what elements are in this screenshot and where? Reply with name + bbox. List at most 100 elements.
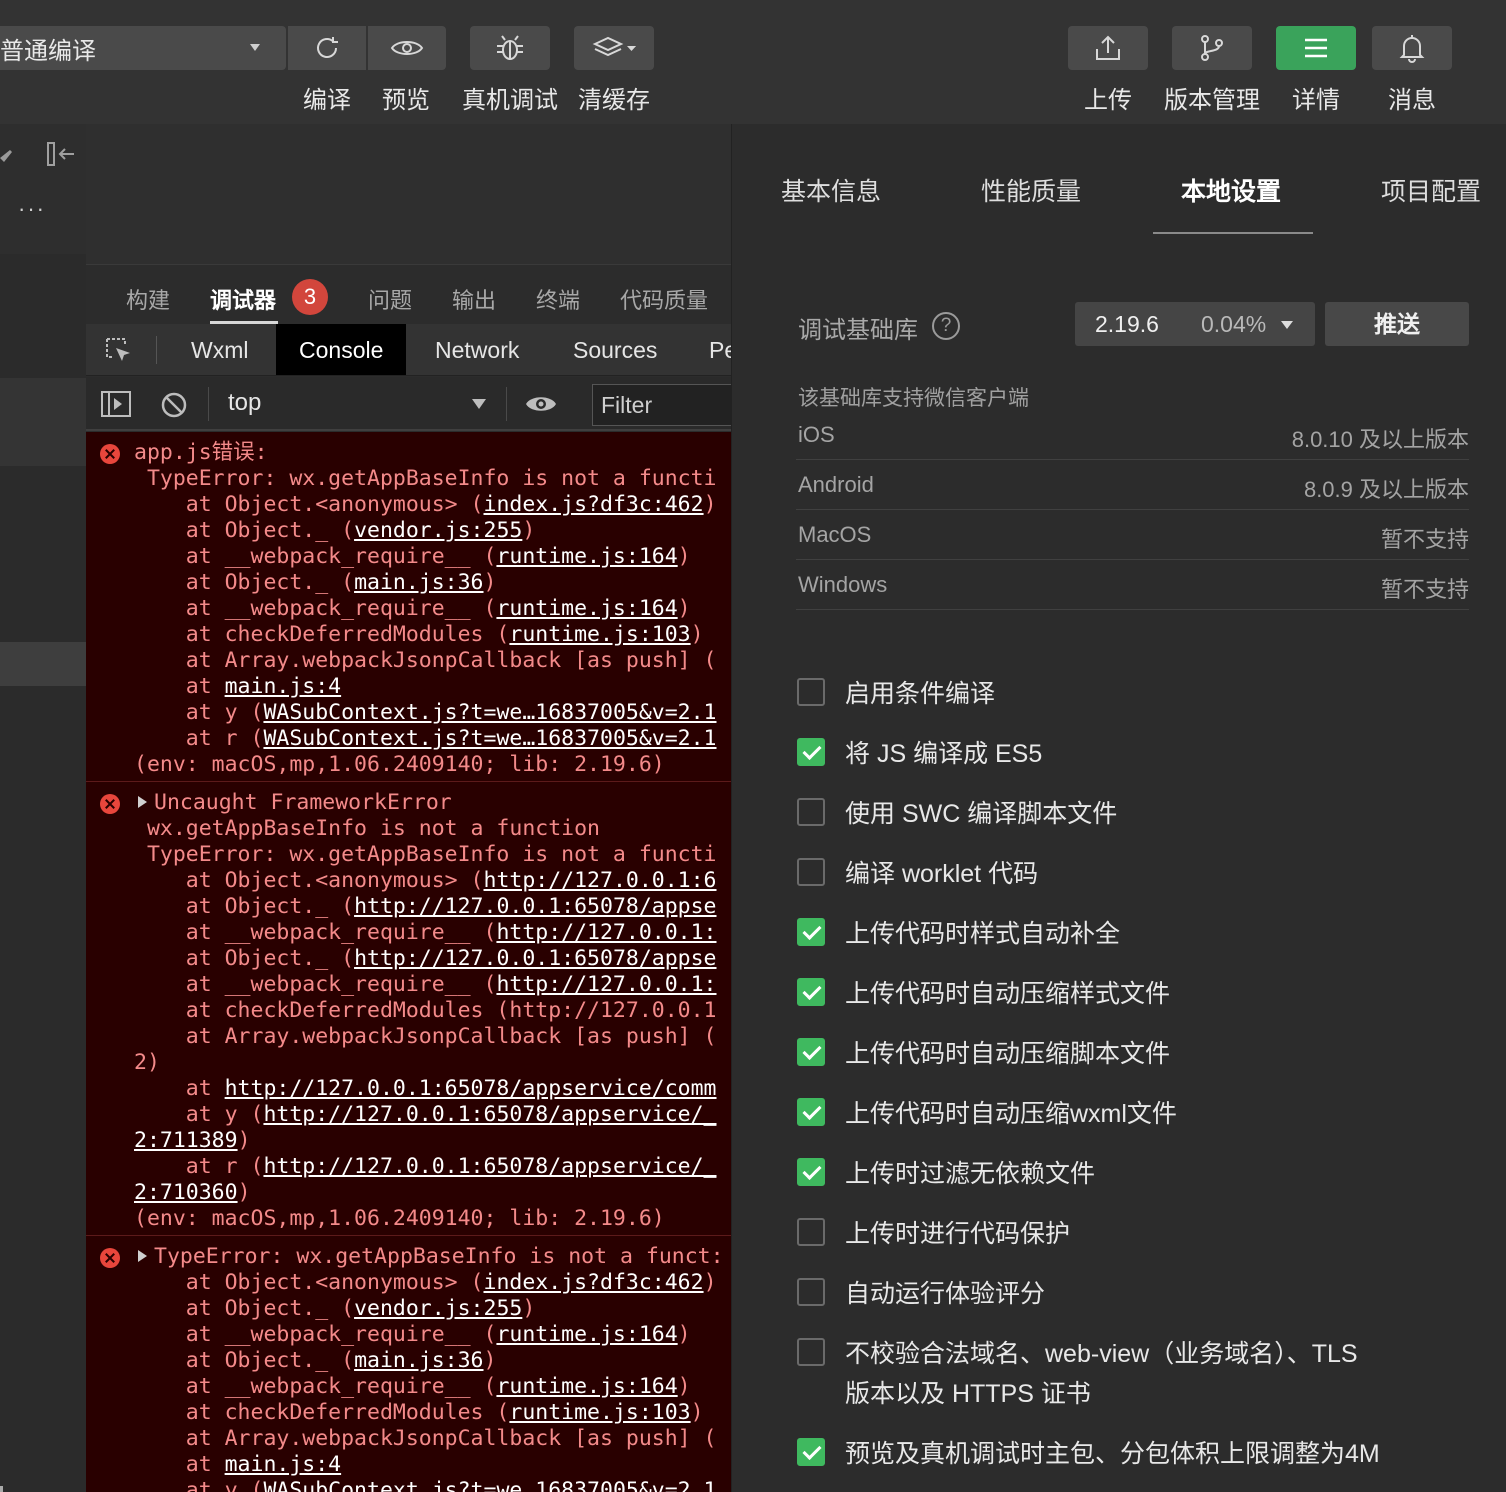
tab-code-quality[interactable]: 代码质量 xyxy=(620,283,708,315)
console-toolbar: top Filter xyxy=(86,377,731,431)
checkbox[interactable] xyxy=(797,918,825,946)
console-error-entry[interactable]: Uncaught FrameworkError wx.getAppBaseInf… xyxy=(86,784,731,1236)
tree-row[interactable] xyxy=(0,378,86,466)
checkbox[interactable] xyxy=(797,1278,825,1306)
push-button[interactable]: 推送 xyxy=(1325,302,1469,346)
lib-version-select[interactable]: 2.19.6 0.04% xyxy=(1075,302,1315,346)
source-link[interactable]: WASubContext.js?t=we…16837005&v=2.1 xyxy=(263,726,716,751)
messages-button[interactable] xyxy=(1372,26,1452,70)
source-link[interactable]: index.js?df3c:462 xyxy=(484,1270,704,1295)
source-link[interactable]: runtime.js:164 xyxy=(496,544,677,569)
source-link[interactable]: http://127.0.0.1:65078/appse xyxy=(354,894,716,919)
chevron-down-icon xyxy=(1281,321,1293,329)
collapse-panel-icon[interactable] xyxy=(46,140,76,168)
checkbox[interactable] xyxy=(797,738,825,766)
real-device-debug-button[interactable] xyxy=(470,26,550,70)
tab-sources[interactable]: Sources xyxy=(550,324,680,375)
source-link[interactable]: main.js:36 xyxy=(354,1348,483,1373)
source-link[interactable]: WASubContext.js?t=we…16837005&v=2.1 xyxy=(263,700,716,725)
context-select-value[interactable]: top xyxy=(228,389,261,417)
help-icon[interactable]: ? xyxy=(932,312,960,340)
compile-button[interactable] xyxy=(288,26,366,70)
source-link[interactable]: http://127.0.0.1:6 xyxy=(484,868,717,893)
source-link[interactable]: index.js?df3c:462 xyxy=(484,492,704,517)
menu-icon xyxy=(1305,38,1327,58)
source-link[interactable]: main.js:36 xyxy=(354,570,483,595)
checkbox[interactable] xyxy=(797,678,825,706)
tab-basic-info[interactable]: 基本信息 xyxy=(781,172,881,208)
tree-row-selected[interactable] xyxy=(0,642,86,686)
console-error-entry[interactable]: TypeError: wx.getAppBaseInfo is not a fu… xyxy=(86,1238,731,1492)
source-link[interactable]: 2:711389 xyxy=(134,1128,238,1153)
tab-console[interactable]: Console xyxy=(276,324,407,375)
tab-performance[interactable]: Pe xyxy=(686,324,731,375)
source-link[interactable]: http://127.0.0.1: xyxy=(496,972,716,997)
source-link[interactable]: WASubContext.js?t=we…16837005&v=2.1 xyxy=(263,1478,716,1492)
expand-triangle-icon[interactable] xyxy=(138,1250,147,1262)
clear-console-icon[interactable] xyxy=(160,391,188,419)
eye-icon[interactable] xyxy=(524,392,558,416)
source-link[interactable]: runtime.js:164 xyxy=(496,1374,677,1399)
console-error-entry[interactable]: app.js错误: TypeError: wx.getAppBaseInfo i… xyxy=(86,432,731,782)
upload-button[interactable] xyxy=(1068,26,1148,70)
option-label: 不校验合法域名、web-view（业务域名）、TLS xyxy=(845,1340,1358,1368)
resize-handle[interactable] xyxy=(0,1486,3,1492)
option-label: 启用条件编译 xyxy=(845,680,996,708)
source-link[interactable]: http://127.0.0.1:65078/appservice/_ xyxy=(263,1102,716,1127)
checkbox[interactable] xyxy=(797,1438,825,1466)
tab-problems[interactable]: 问题 xyxy=(368,283,412,315)
tab-debugger[interactable]: 调试器 xyxy=(210,283,276,315)
chevron-down-icon xyxy=(250,44,260,51)
source-link[interactable]: http://127.0.0.1:65078/appservice/comm xyxy=(225,1076,717,1101)
log-line: at main.js:4 xyxy=(134,674,342,699)
source-link[interactable]: http://127.0.0.1: xyxy=(496,920,716,945)
source-link[interactable]: main.js:4 xyxy=(225,674,342,699)
checkbox[interactable] xyxy=(797,1038,825,1066)
tab-terminal[interactable]: 终端 xyxy=(536,283,580,315)
checkbox[interactable] xyxy=(797,1098,825,1126)
version-manage-button[interactable] xyxy=(1172,26,1252,70)
filter-input[interactable]: Filter xyxy=(592,384,731,426)
log-line: app.js错误: xyxy=(134,440,268,465)
error-icon xyxy=(100,444,120,464)
tab-project-config[interactable]: 项目配置 xyxy=(1381,172,1481,208)
details-button[interactable] xyxy=(1276,26,1356,70)
log-line: 2:711389) xyxy=(134,1128,251,1153)
tab-performance-quality[interactable]: 性能质量 xyxy=(981,172,1081,208)
tab-build[interactable]: 构建 xyxy=(126,283,170,315)
checkbox[interactable] xyxy=(797,978,825,1006)
source-link[interactable]: runtime.js:103 xyxy=(509,1400,690,1425)
sidebar-toggle-icon[interactable] xyxy=(100,390,132,418)
source-link[interactable]: runtime.js:103 xyxy=(509,622,690,647)
source-link[interactable]: http://127.0.0.1:65078/appse xyxy=(354,946,716,971)
layers-icon xyxy=(592,36,636,57)
divider xyxy=(506,387,507,421)
source-link[interactable]: main.js:4 xyxy=(225,1452,342,1477)
tab-network[interactable]: Network xyxy=(412,324,542,375)
chevron-down-icon[interactable] xyxy=(472,399,486,409)
checkbox[interactable] xyxy=(797,798,825,826)
preview-button[interactable] xyxy=(368,26,446,70)
source-link[interactable]: runtime.js:164 xyxy=(496,1322,677,1347)
source-link[interactable]: runtime.js:164 xyxy=(496,596,677,621)
inspect-element-icon[interactable] xyxy=(104,336,134,366)
source-link[interactable]: vendor.js:255 xyxy=(354,1296,522,1321)
expand-triangle-icon[interactable] xyxy=(138,796,147,808)
source-link[interactable]: vendor.js:255 xyxy=(354,518,522,543)
file-tree-header: ··· xyxy=(0,124,86,254)
tab-wxml[interactable]: Wxml xyxy=(168,324,271,375)
divider xyxy=(156,336,157,364)
tab-local-settings[interactable]: 本地设置 xyxy=(1181,172,1281,208)
platform-support: 暂不支持 xyxy=(1380,527,1469,552)
checkbox[interactable] xyxy=(797,1218,825,1246)
tool-icon[interactable] xyxy=(0,144,14,166)
clear-cache-button[interactable] xyxy=(574,26,654,70)
checkbox[interactable] xyxy=(797,1158,825,1186)
checkbox[interactable] xyxy=(797,858,825,886)
tab-output[interactable]: 输出 xyxy=(452,283,496,315)
more-icon[interactable]: ··· xyxy=(18,196,46,222)
compile-mode-select[interactable]: 普通编译 xyxy=(0,26,286,70)
checkbox[interactable] xyxy=(797,1338,825,1366)
source-link[interactable]: http://127.0.0.1:65078/appservice/_ xyxy=(263,1154,716,1179)
source-link[interactable]: 2:710360 xyxy=(134,1180,238,1205)
